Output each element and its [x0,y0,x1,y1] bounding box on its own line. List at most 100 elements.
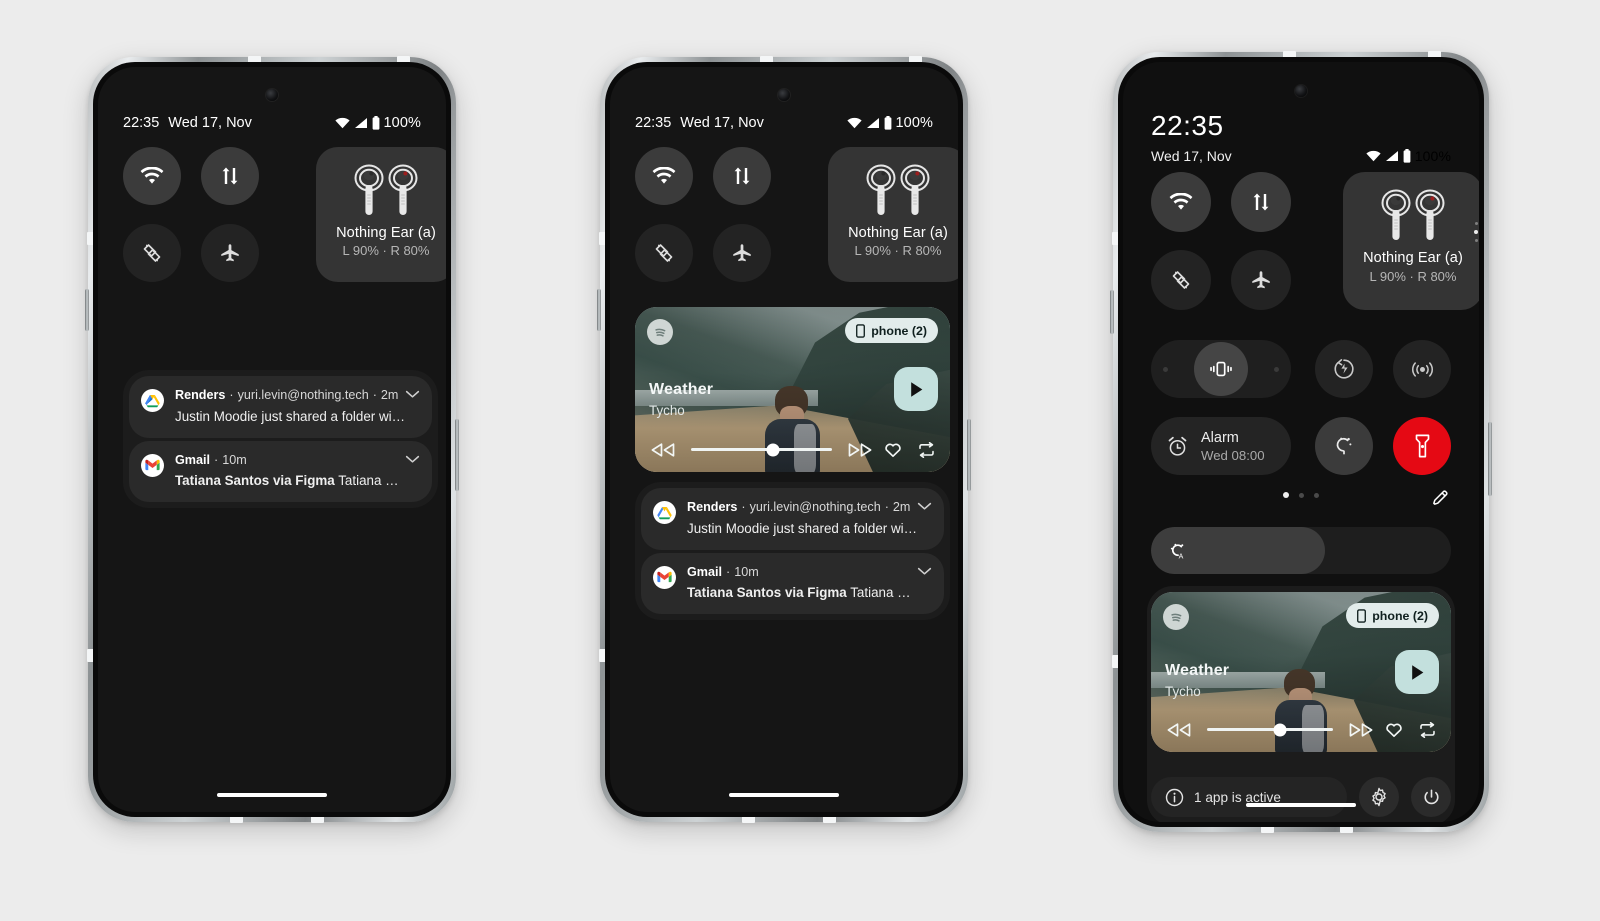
settings-button[interactable] [1359,777,1399,817]
notification-expand-button[interactable] [917,567,932,576]
rewind-button[interactable] [649,442,679,457]
qs-bluetooth-device-card[interactable]: Nothing Ear (a) L 90% · R 80% [828,147,958,282]
qs-tile-wifi[interactable] [635,147,693,205]
notification-body-rest: Tatiana mention... [850,585,917,601]
notification-body-rest: Tatiana mention... [338,473,405,489]
front-camera [266,89,278,101]
fast-forward-button[interactable] [1345,722,1377,737]
home-indicator[interactable] [217,793,327,797]
fast-forward-button[interactable] [844,442,876,457]
qs-edit-button[interactable] [1429,486,1451,508]
media-title: Weather [649,381,714,398]
qs-tile-mobile-data[interactable] [1231,172,1291,232]
auto-rotate-icon [1172,271,1190,289]
brightness-slider[interactable]: A [1151,527,1451,574]
media-player[interactable]: phone (2) Weather Tycho [1151,592,1451,752]
status-date: Wed 17, Nov [680,115,764,131]
qs-tile-flashlight[interactable] [1393,417,1451,475]
favourite-button[interactable] [876,441,910,458]
earbuds-icon [866,164,930,215]
ringer-silent-option[interactable] [1163,366,1168,372]
media-transport-bar [1165,721,1437,738]
qs-tile-airplane-mode[interactable] [201,224,259,282]
power-button[interactable] [1411,777,1451,817]
qs-tile-airplane-mode[interactable] [713,224,771,282]
repeat-icon [1420,721,1435,738]
media-progress-bar[interactable] [691,443,832,456]
qs-bluetooth-device-card[interactable]: Nothing Ear (a) L 90% · R 80% [1343,172,1479,310]
qs-ringer-mode-selector[interactable] [1151,340,1291,398]
battery-percent: 100% [383,115,421,131]
phone-icon [856,323,866,338]
media-progress-thumb[interactable] [1273,723,1287,736]
chevron-down-icon [405,390,420,398]
gmail-icon [145,459,160,471]
shade-date: Wed 17, Nov [1151,148,1232,164]
qs-tile-hotspot[interactable] [1393,340,1451,398]
media-progress-thumb[interactable] [766,443,780,456]
play-button[interactable] [894,367,938,411]
notification-body-bold: Tatiana Santos via Figma [687,585,847,601]
media-output-device-chip[interactable]: phone (2) [1346,603,1439,628]
qs-tile-wifi[interactable] [1151,172,1211,232]
battery-share-icon [1334,359,1354,379]
repeat-button[interactable] [910,441,936,458]
ringer-ring-option[interactable] [1274,366,1279,372]
status-icons: 100% [1366,148,1451,164]
spotify-icon[interactable] [647,319,673,345]
vibrate-icon [1210,361,1232,377]
bluetooth-device-battery: L 90% · R 80% [1369,269,1457,284]
notification-app-name: Renders [175,388,226,402]
wifi-icon [1169,193,1193,210]
hotspot-icon [1411,362,1433,377]
favourite-button[interactable] [1377,721,1411,738]
qs-tile-auto-rotate[interactable] [1151,250,1211,310]
qs-bluetooth-device-card[interactable]: Nothing Ear (a) L 90% · R 80% [316,147,446,282]
qs-tile-battery-share[interactable] [1315,340,1373,398]
qs-tile-wifi[interactable] [123,147,181,205]
cellular-signal-icon [1385,151,1398,161]
notification-row[interactable]: Renders · yuri.levin@nothing.tech · 2m Justi… [129,376,432,438]
notification-body: Tatiana Santos via Figma Tatiana mention… [687,585,917,600]
home-indicator[interactable] [729,793,839,797]
data-transfer-icon [1253,193,1269,211]
front-camera [1295,85,1307,97]
notification-row[interactable]: Renders · yuri.levin@nothing.tech · 2m Justi… [641,488,944,550]
app-icon [653,501,676,524]
notification-header: Renders · yuri.levin@nothing.tech · 2m [175,388,399,402]
active-apps-button[interactable]: 1 app is active [1151,777,1347,817]
rewind-button[interactable] [1165,722,1195,737]
notification-expand-button[interactable] [917,502,932,511]
play-button[interactable] [1395,650,1439,694]
home-indicator[interactable] [1246,803,1356,807]
battery-icon [884,116,891,130]
chevron-down-icon [917,502,932,510]
notification-body-bold: Tatiana Santos via Figma [175,473,335,489]
phone-device-2: 22:35 Wed 17, Nov 100% Nothing Ear (a) L… [597,56,971,823]
bluetooth-card-page-dots[interactable] [1474,222,1478,242]
notification-row[interactable]: Gmail · 10m Tatiana Santos via Figma Tatia… [641,552,944,615]
media-progress-bar[interactable] [1207,723,1333,736]
qs-tile-mobile-data[interactable] [713,147,771,205]
qs-tile-color-temperature[interactable] [1315,417,1373,475]
repeat-button[interactable] [1411,721,1437,738]
google-drive-icon [145,394,160,407]
notification-expand-button[interactable] [405,455,420,464]
qs-page-indicator[interactable] [1283,492,1319,498]
media-player[interactable]: phone (2) Weather Tycho [635,307,950,472]
chevron-down-icon [917,567,932,575]
qs-tile-airplane-mode[interactable] [1231,250,1291,310]
notification-expand-button[interactable] [405,390,420,399]
qs-tile-auto-rotate[interactable] [123,224,181,282]
chevron-down-icon [405,455,420,463]
qs-alarm-tile[interactable]: Alarm Wed 08:00 [1151,417,1291,475]
notification-app-name: Gmail [175,452,210,467]
notification-body: Justin Moodie just shared a folder with … [175,408,405,424]
spotify-icon[interactable] [1163,604,1189,630]
media-output-device-chip[interactable]: phone (2) [845,318,938,343]
ringer-vibrate-option[interactable] [1194,342,1248,396]
qs-tile-mobile-data[interactable] [201,147,259,205]
qs-tile-auto-rotate[interactable] [635,224,693,282]
wifi-icon [140,167,164,184]
notification-row[interactable]: Gmail · 10m Tatiana Santos via Figma Tatia… [129,440,432,503]
